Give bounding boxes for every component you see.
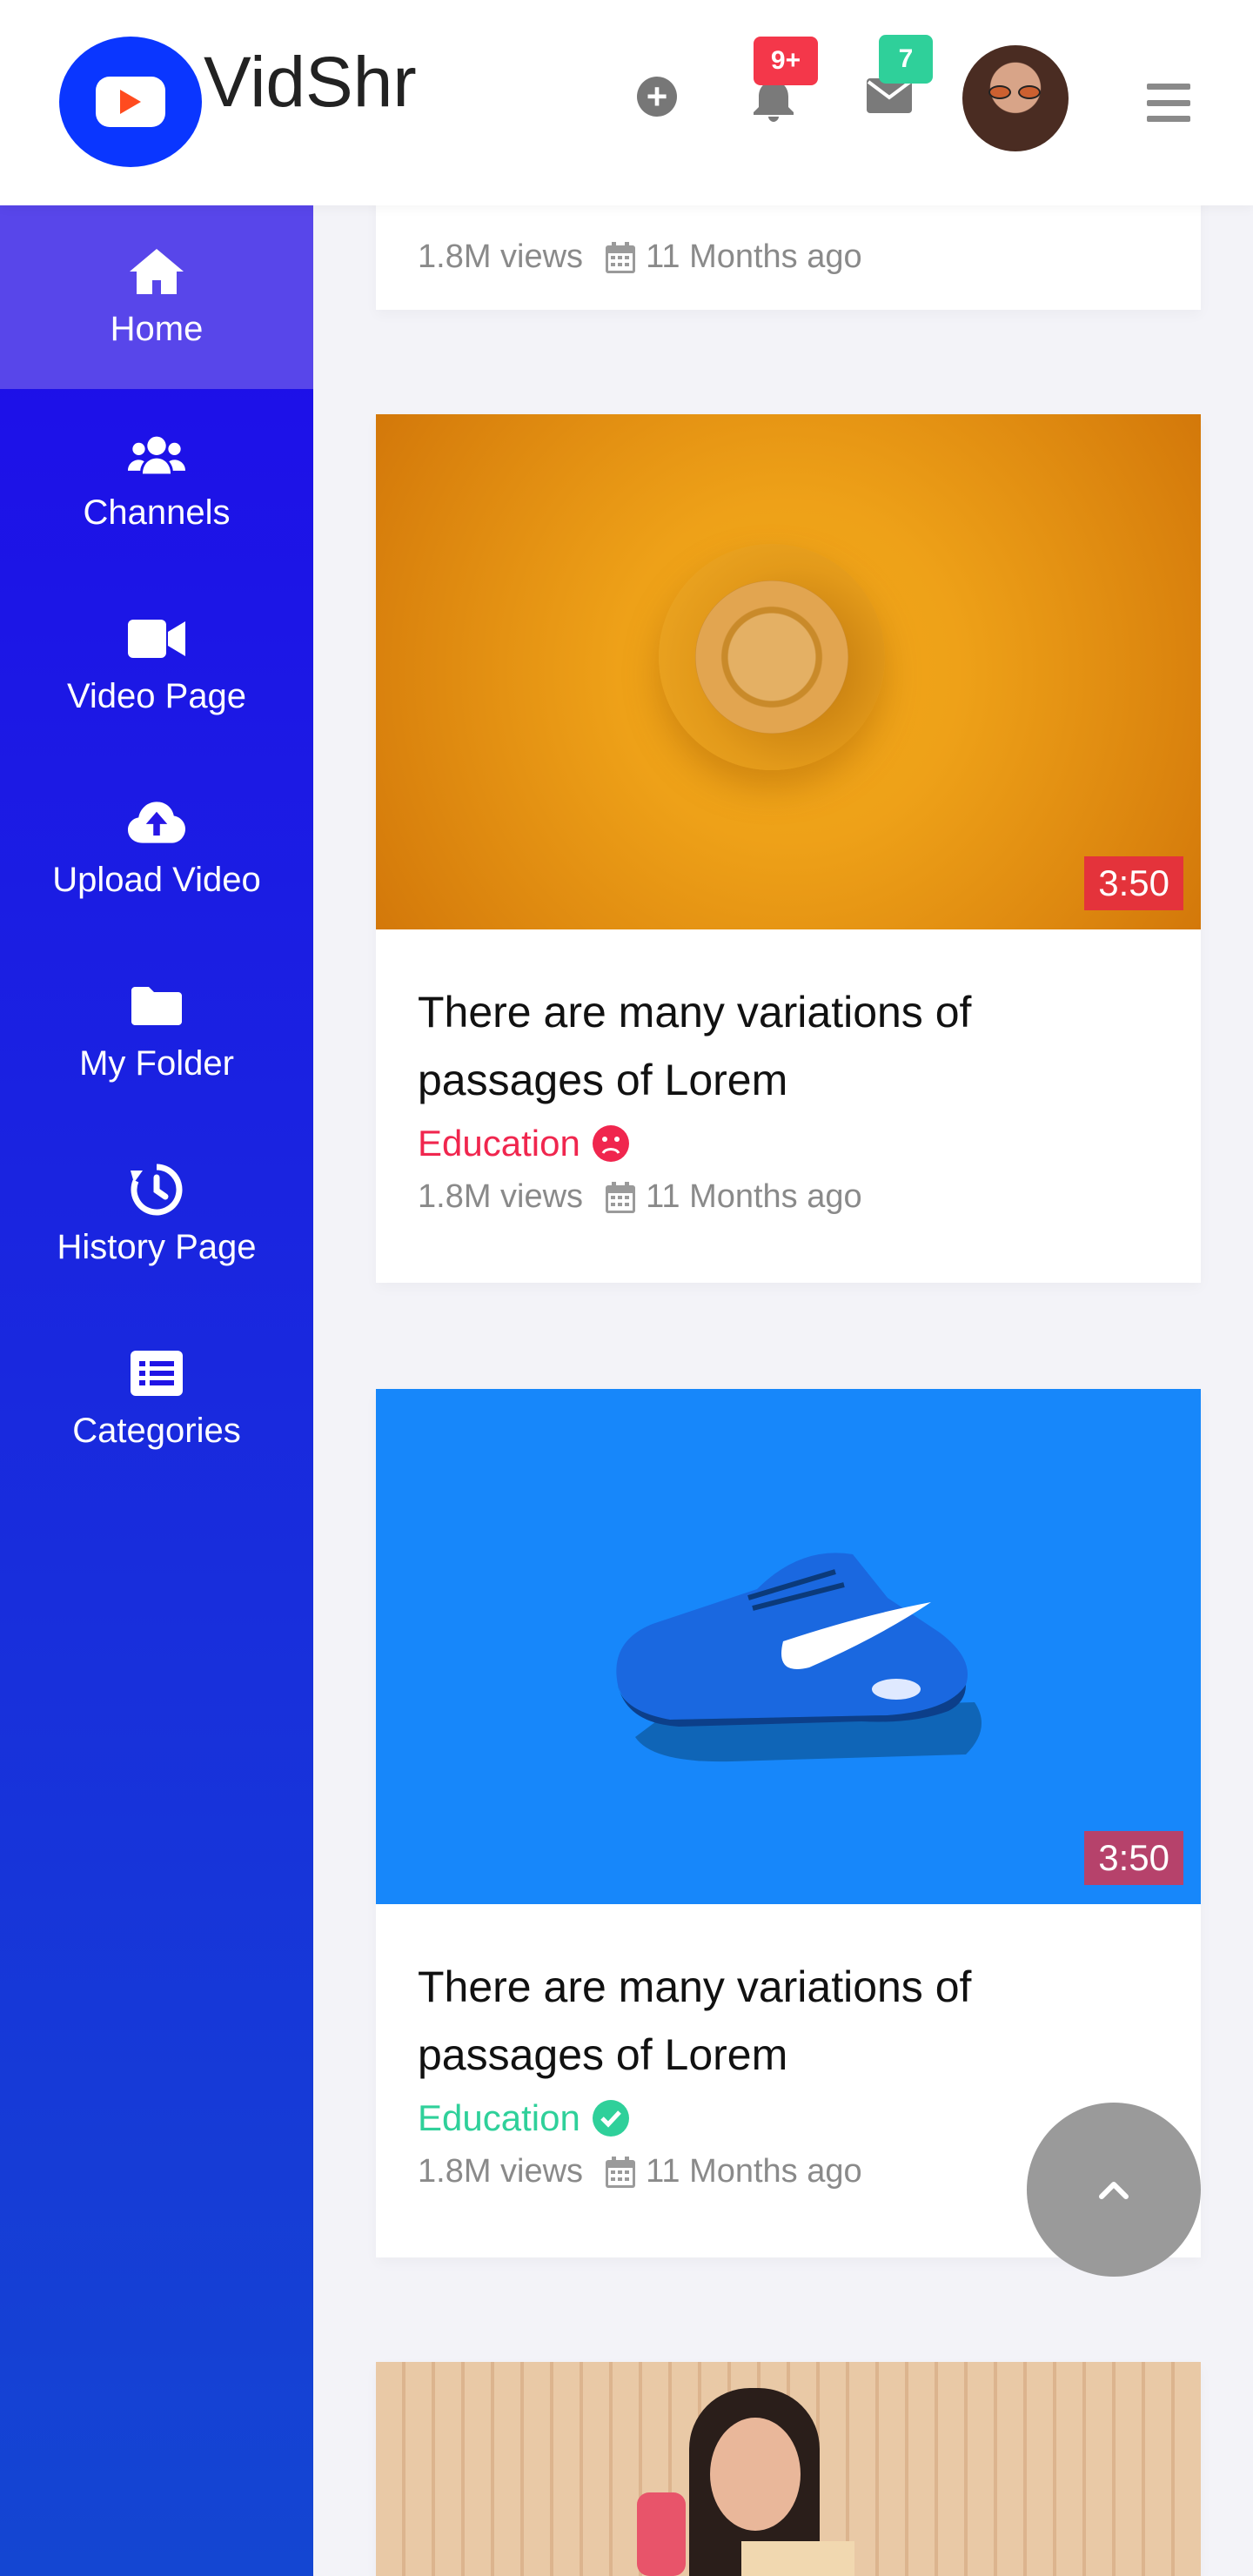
sidebar-item-label: Categories bbox=[72, 1412, 241, 1450]
upload-date: 11 Months ago bbox=[646, 2153, 862, 2190]
video-title[interactable]: There are many variations of passages of… bbox=[418, 978, 1159, 1114]
video-meta: 1.8M views 11 Months ago bbox=[418, 1178, 1159, 1216]
add-icon[interactable]: + bbox=[637, 77, 677, 117]
video-card[interactable]: 3:50 There are many variations of passag… bbox=[376, 414, 1201, 1283]
play-icon bbox=[96, 77, 165, 127]
sidebar-item-categories[interactable]: Categories bbox=[0, 1307, 313, 1491]
top-bar: VidShr + 9+ 7 bbox=[0, 0, 1253, 205]
list-icon bbox=[128, 1347, 185, 1399]
sidebar-item-video-page[interactable]: Video Page bbox=[0, 573, 313, 756]
view-count: 1.8M views bbox=[418, 1178, 584, 1215]
messages-badge: 7 bbox=[879, 35, 933, 84]
upload-date: 11 Months ago bbox=[646, 1178, 862, 1215]
sidebar-item-label: History Page bbox=[57, 1228, 257, 1266]
sidebar-item-upload-video[interactable]: Upload Video bbox=[0, 756, 313, 940]
video-title[interactable]: There are many variations of passages of… bbox=[418, 1953, 1159, 2089]
person-face bbox=[710, 2418, 801, 2531]
history-icon bbox=[128, 1164, 185, 1216]
duration-badge: 3:50 bbox=[1084, 856, 1183, 910]
folder-icon bbox=[128, 980, 185, 1032]
upload-date: 11 Months ago bbox=[646, 238, 862, 275]
sidebar-item-label: Channels bbox=[83, 493, 231, 532]
video-thumbnail[interactable]: 3:50 bbox=[376, 414, 1201, 929]
home-icon bbox=[128, 245, 185, 298]
video-camera-icon bbox=[128, 613, 185, 665]
users-icon bbox=[128, 429, 185, 481]
sidebar-item-label: Video Page bbox=[66, 677, 247, 715]
brand-name[interactable]: VidShr bbox=[204, 42, 417, 124]
calendar-icon bbox=[606, 241, 636, 273]
video-thumbnail[interactable] bbox=[376, 2362, 1201, 2576]
sidebar-item-history-page[interactable]: History Page bbox=[0, 1124, 313, 1307]
video-card[interactable] bbox=[376, 2362, 1201, 2576]
video-category[interactable]: Education bbox=[418, 1123, 1159, 1164]
calendar-icon bbox=[606, 2156, 636, 2188]
sidebar-item-home[interactable]: Home bbox=[0, 205, 313, 389]
notifications-badge: 9+ bbox=[754, 37, 818, 85]
sidebar-item-label: Home bbox=[110, 310, 204, 348]
scroll-to-top-button[interactable] bbox=[1027, 2103, 1201, 2277]
sneaker-object bbox=[616, 1553, 982, 1762]
avatar-glasses bbox=[988, 85, 1042, 99]
chevron-up-icon bbox=[1099, 2182, 1129, 2199]
sidebar-item-my-folder[interactable]: My Folder bbox=[0, 940, 313, 1124]
person-shirt bbox=[741, 2541, 854, 2576]
category-label: Education bbox=[418, 1123, 580, 1164]
video-thumbnail[interactable]: 3:50 bbox=[376, 1389, 1201, 1904]
check-circle-icon bbox=[592, 2100, 629, 2137]
duration-badge: 3:50 bbox=[1084, 1831, 1183, 1885]
logo[interactable] bbox=[59, 37, 202, 167]
view-count: 1.8M views bbox=[418, 2153, 584, 2190]
sad-face-icon bbox=[592, 1125, 629, 1162]
category-label: Education bbox=[418, 2097, 580, 2138]
cloud-upload-icon bbox=[128, 796, 185, 849]
sidebar-item-label: Upload Video bbox=[52, 861, 261, 899]
avatar[interactable] bbox=[962, 45, 1069, 151]
sidebar: Home Channels Video Page Upload Video My… bbox=[0, 205, 313, 2576]
sidebar-item-channels[interactable]: Channels bbox=[0, 389, 313, 573]
menu-icon[interactable] bbox=[1147, 84, 1190, 122]
water-bottle bbox=[637, 2492, 686, 2576]
calendar-icon bbox=[606, 1181, 636, 1213]
dial-object bbox=[659, 544, 885, 770]
mail-icon[interactable] bbox=[867, 78, 912, 113]
view-count: 1.8M views bbox=[418, 238, 584, 275]
sidebar-item-label: My Folder bbox=[79, 1044, 234, 1083]
video-meta: 1.8M views 11 Months ago bbox=[418, 238, 1159, 276]
